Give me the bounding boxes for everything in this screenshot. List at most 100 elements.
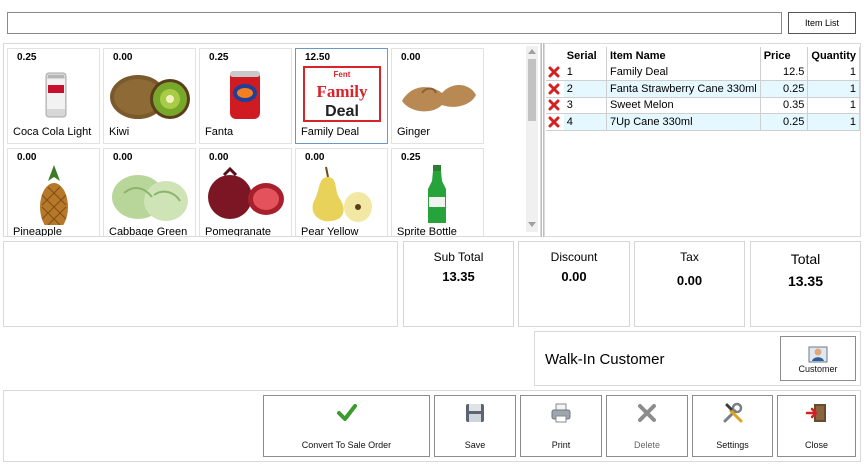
table-row[interactable]: 1 Family Deal 12.5 1 <box>546 64 860 81</box>
sub-total-box: Sub Total 13.35 <box>403 241 514 327</box>
family-deal-brand: Fent <box>334 70 351 79</box>
sub-total-value: 13.35 <box>442 269 475 284</box>
product-name: Cabbage Green <box>109 226 188 237</box>
price-cell[interactable]: 0.35 <box>760 97 809 114</box>
family-deal-line2: Deal <box>325 103 359 120</box>
convert-button-label: Convert To Sale Order <box>301 440 392 450</box>
item-name-cell: Fanta Strawberry Cane 330ml <box>606 80 761 98</box>
product-price: 0.00 <box>113 152 133 163</box>
item-list-button[interactable]: Item List <box>788 12 856 34</box>
item-name-header: Item Name <box>606 47 761 64</box>
quantity-cell[interactable]: 1 <box>807 64 860 81</box>
discount-label: Discount <box>550 250 598 264</box>
pear-icon <box>312 166 372 222</box>
delete-row-icon[interactable] <box>548 99 560 111</box>
product-name: Kiwi <box>109 126 130 138</box>
family-deal-logo: Fent Family Deal <box>303 66 381 122</box>
table-row[interactable]: 4 7Up Cane 330ml 0.25 1 <box>546 113 860 131</box>
product-name: Sprite Bottle <box>397 226 457 237</box>
quantity-cell[interactable]: 1 <box>807 80 860 98</box>
fanta-can-icon <box>230 71 260 119</box>
convert-to-sale-order-button[interactable]: Convert To Sale Order <box>263 395 430 457</box>
order-table-header: Serial Item Name Price Quantity <box>546 47 860 64</box>
scroll-down-arrow-icon[interactable] <box>528 222 536 227</box>
product-grid-panel: 0.25 Coca Cola Light 0.00 Kiwi 0.25 Fant <box>3 43 541 237</box>
price-cell[interactable]: 12.5 <box>760 64 809 81</box>
product-price: 0.00 <box>401 52 421 63</box>
product-tile-ginger[interactable]: 0.00 Ginger <box>391 48 484 144</box>
price-cell[interactable]: 0.25 <box>760 113 809 131</box>
delete-x-icon <box>638 404 656 422</box>
delete-row-icon[interactable] <box>548 83 560 95</box>
delete-button[interactable]: Delete <box>606 395 688 457</box>
cola-can-icon <box>45 72 67 118</box>
quantity-header: Quantity <box>807 47 860 64</box>
settings-button[interactable]: Settings <box>692 395 773 457</box>
total-label: Total <box>790 251 821 267</box>
tax-label: Tax <box>680 250 699 264</box>
sprite-bottle-icon <box>428 165 446 223</box>
scrollbar-thumb[interactable] <box>528 59 536 121</box>
table-row[interactable]: 2 Fanta Strawberry Cane 330ml 0.25 1 <box>546 80 860 98</box>
customer-name: Walk-In Customer <box>545 351 665 368</box>
tax-box: Tax 0.00 <box>634 241 745 327</box>
item-name-cell: Family Deal <box>606 64 761 81</box>
delete-column-header <box>546 47 564 64</box>
product-tile-sprite-bottle[interactable]: 0.25 Sprite Bottle <box>391 148 484 237</box>
product-tile-cabbage-green[interactable]: 0.00 Cabbage Green <box>103 148 196 237</box>
family-deal-line1: Family <box>317 82 368 101</box>
total-value: 13.35 <box>787 273 824 289</box>
notes-panel <box>3 241 398 327</box>
product-tile-pomegranate[interactable]: 0.00 Pomegranate <box>199 148 292 236</box>
product-tile-family-deal[interactable]: 12.50 Fent Family Deal Family Deal <box>295 48 388 144</box>
kiwi-icon <box>110 75 190 119</box>
customer-card-icon <box>808 346 828 363</box>
product-name: Ginger <box>397 126 431 138</box>
print-button-label: Print <box>551 440 571 450</box>
delete-button-label: Delete <box>633 440 660 450</box>
ginger-icon <box>402 84 476 112</box>
product-price: 0.25 <box>17 52 37 63</box>
product-name: Fanta <box>205 126 234 138</box>
product-name: Pineapple <box>13 226 62 237</box>
price-cell[interactable]: 0.25 <box>760 80 809 98</box>
print-button[interactable]: Print <box>520 395 602 457</box>
product-tile-fanta[interactable]: 0.25 Fanta <box>199 48 292 144</box>
product-grid-scrollbar[interactable] <box>526 46 538 232</box>
product-tile-pineapple[interactable]: 0.00 Pineapple <box>7 148 100 237</box>
item-name-cell: Sweet Melon <box>606 97 761 114</box>
scroll-up-arrow-icon[interactable] <box>528 49 536 54</box>
pineapple-icon <box>40 165 68 225</box>
quantity-cell[interactable]: 1 <box>807 97 860 114</box>
customer-button[interactable]: Customer <box>780 336 856 381</box>
exit-door-icon <box>805 404 826 422</box>
product-price: 0.00 <box>305 152 325 163</box>
product-name: Coca Cola Light <box>13 126 92 138</box>
pomegranate-icon <box>208 166 284 219</box>
product-price: 0.25 <box>401 152 421 163</box>
order-table: Serial Item Name Price Quantity 1 Family… <box>546 47 860 131</box>
serial-cell: 1 <box>563 64 607 81</box>
product-tile-coca-cola-light[interactable]: 0.25 Coca Cola Light <box>7 48 100 144</box>
close-button-label: Close <box>804 440 828 450</box>
delete-row-icon[interactable] <box>548 116 560 128</box>
sub-total-label: Sub Total <box>433 250 484 264</box>
search-input[interactable] <box>7 12 782 34</box>
tax-value: 0.00 <box>676 273 703 288</box>
serial-cell: 4 <box>563 113 607 131</box>
product-tile-pear-yellow[interactable]: 0.00 Pear Yellow <box>295 148 388 236</box>
save-button[interactable]: Save <box>434 395 516 457</box>
product-price: 0.00 <box>17 152 37 163</box>
save-button-label: Save <box>464 440 486 450</box>
serial-cell: 2 <box>563 80 607 98</box>
floppy-disk-icon <box>466 404 484 422</box>
product-price: 0.00 <box>209 152 229 163</box>
table-row[interactable]: 3 Sweet Melon 0.35 1 <box>546 97 860 114</box>
printer-icon <box>551 403 571 423</box>
delete-row-icon[interactable] <box>548 66 560 78</box>
item-name-cell: 7Up Cane 330ml <box>606 113 761 131</box>
close-button[interactable]: Close <box>777 395 856 457</box>
product-name: Family Deal <box>301 126 360 138</box>
product-tile-kiwi[interactable]: 0.00 Kiwi <box>103 48 196 144</box>
quantity-cell[interactable]: 1 <box>807 113 860 131</box>
